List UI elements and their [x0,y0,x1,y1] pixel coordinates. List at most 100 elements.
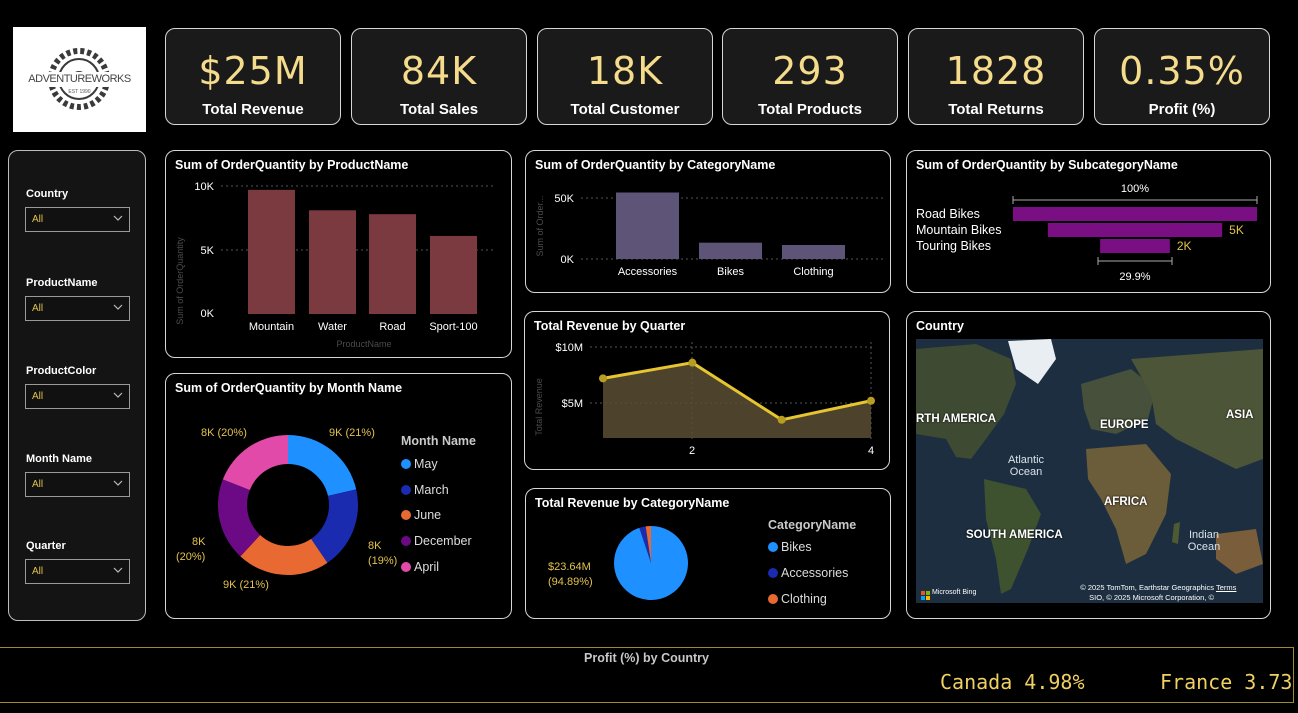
x-tick: Bikes [717,266,744,278]
kpi-label: Total Products [758,101,862,118]
kpi-total-products: 293 Total Products [722,28,898,125]
legend-item-bikes[interactable]: Bikes [768,540,812,554]
legend-dot [401,562,411,572]
ticker-item-canada: Canada 4.98% [940,670,1085,694]
quarter-dropdown[interactable]: All [25,559,130,584]
slicer-value: All [32,391,44,402]
point-q4 [867,396,875,405]
legend-item-december[interactable]: December [401,534,472,548]
legend-label: April [414,560,440,574]
kpi-value: $25M [198,49,308,93]
kpi-total-customer: 18K Total Customer [537,28,713,125]
bar-bikes [699,242,762,259]
month-dropdown[interactable]: All [25,472,130,497]
point-q1 [599,374,607,383]
legend-label: Clothing [781,592,827,606]
slicer-label-country: Country [26,188,69,200]
x-tick: Road [379,321,405,333]
map-label: SOUTH AMERICA [966,529,1063,541]
kpi-label: Profit (%) [1148,101,1216,118]
legend-item-march[interactable]: March [401,483,449,497]
x-tick: Mountain [249,321,294,333]
bar-sport-100 [430,235,477,314]
map-ocean-label: Atlantic Ocean [1007,454,1045,478]
ticker-title: Profit (%) by Country [584,651,709,665]
category-label: Mountain Bikes [916,223,1001,237]
kpi-value: 0.35% [1119,49,1245,93]
funnel-bar-2 [1100,239,1170,253]
bar-mountain [248,189,295,314]
legend-title: Month Name [401,434,476,448]
legend-item-clothing[interactable]: Clothing [768,592,827,606]
chart-subcategory[interactable]: Sum of OrderQuantity by SubcategoryName … [906,150,1271,293]
legend-item-june[interactable]: June [401,508,441,522]
legend-item-accessories[interactable]: Accessories [768,566,848,580]
ticker-country: France [1160,670,1233,694]
funnel-bar-1 [1047,223,1223,237]
y-tick: 5K [201,245,215,257]
chart-month[interactable]: Sum of OrderQuantity by Month Name 9K (2… [165,373,512,619]
legend-dot [401,510,411,520]
bar-clothing [782,245,845,259]
legend-title: CategoryName [768,518,857,532]
legend-dot [401,459,411,469]
data-label: 9K (21%) [223,579,269,591]
y-axis-title: Total Revenue [534,378,544,436]
x-tick: 4 [868,445,874,457]
y-tick: $10M [555,342,583,354]
funnel-bottom-label: 29.9% [1119,271,1150,283]
chart-country-map[interactable]: Country RTH AMERICA EUROPE ASIA AFRICA S… [906,311,1271,619]
legend-dot [768,568,778,578]
world-map[interactable]: RTH AMERICA EUROPE ASIA AFRICA SOUTH AME… [916,339,1263,603]
legend-item-may[interactable]: May [401,457,438,471]
kpi-total-sales: 84K Total Sales [351,28,527,125]
map-label: AFRICA [1104,496,1148,508]
map-label: ASIA [1226,409,1254,421]
chart-product[interactable]: Sum of OrderQuantity by ProductName Sum … [165,150,512,358]
point-q3 [777,415,786,424]
productname-dropdown[interactable]: All [25,296,130,321]
slicer-value: All [32,303,44,314]
productcolor-dropdown[interactable]: All [25,384,130,409]
x-tick: 2 [689,445,695,457]
kpi-label: Total Sales [399,101,479,118]
kpi-value: 1828 [945,49,1047,93]
x-tick: Sport-100 [429,321,477,333]
funnel-top-label: 100% [1121,183,1149,195]
legend-label: Bikes [781,540,812,554]
y-tick: 50K [554,193,574,205]
map-terms-link[interactable]: Terms [1216,583,1236,592]
bar-water [309,210,356,314]
logo-text: ADVENTUREWORKS [28,73,131,85]
legend-label: June [414,508,442,522]
kpi-label: Total Customer [570,101,680,118]
y-axis-title: Sum of OrderQuantity [175,237,185,325]
point-q2 [688,358,697,367]
legend-label: May [414,457,438,471]
country-dropdown[interactable]: All [25,207,130,232]
slicer-label-month: Month Name [26,453,92,465]
chevron-down-icon [113,567,123,573]
chart-category[interactable]: Sum of OrderQuantity by CategoryName Sum… [525,150,891,293]
logo-sub: EST 1990 [68,89,91,95]
y-tick: $5M [562,398,583,410]
kpi-total-revenue: $25M Total Revenue [165,28,341,125]
chart-quarter[interactable]: Total Revenue by Quarter Total Revenue $… [524,311,890,470]
category-bar-chart: Sum of Order... 50K 0K Accessories Bikes C… [535,192,884,278]
legend-item-april[interactable]: April [401,560,439,574]
legend-dot [401,485,411,495]
map-label: EUROPE [1100,419,1149,431]
kpi-label: Total Revenue [202,101,304,118]
bar-road [369,214,416,314]
kpi-label: Total Returns [948,101,1044,118]
chart-revenue-category[interactable]: Total Revenue by CategoryName $23.64M (94… [525,488,891,619]
slicer-label-quarter: Quarter [26,540,66,552]
slicer-label-productcolor: ProductColor [26,365,97,377]
map-label: RTH AMERICA [916,413,997,425]
legend-label: March [414,483,449,497]
funnel-bar-0 [1013,207,1257,221]
kpi-value: 84K [400,49,478,93]
data-label: 2K [1177,239,1192,253]
x-axis-title: ProductName [336,339,391,349]
ticker-value: 4.98% [1024,670,1085,694]
